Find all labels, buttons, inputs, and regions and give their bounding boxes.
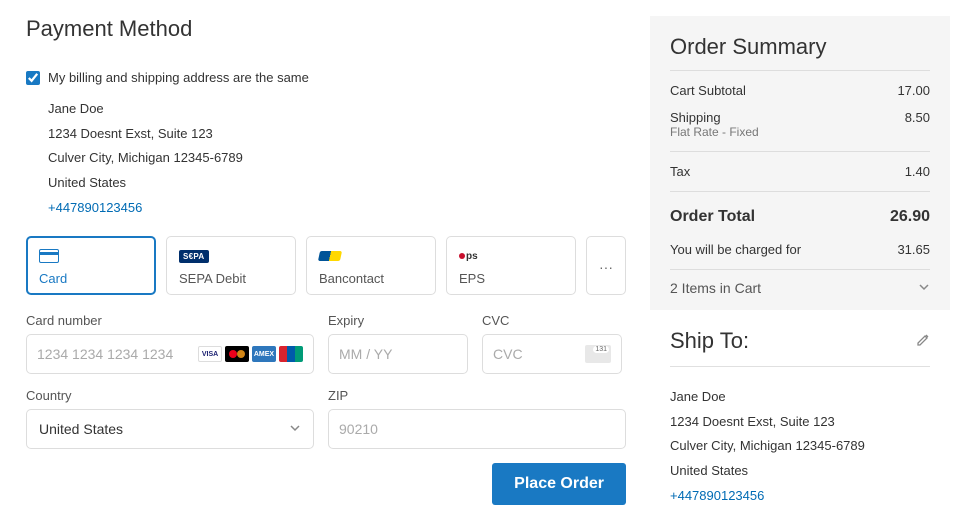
payment-method-card-label: Card <box>39 271 143 286</box>
card-icon <box>39 249 59 263</box>
payment-method-sepa-label: SEPA Debit <box>179 271 283 286</box>
card-brand-icons: VISA AMEX <box>198 346 303 362</box>
ship-country: United States <box>670 459 930 484</box>
tax-label: Tax <box>670 164 690 179</box>
chevron-down-icon <box>918 280 930 296</box>
expiry-label: Expiry <box>328 313 468 328</box>
shipping-address-block: Jane Doe 1234 Doesnt Exst, Suite 123 Cul… <box>670 385 930 508</box>
cvc-label: CVC <box>482 313 622 328</box>
payment-method-eps-label: EPS <box>459 271 563 286</box>
payment-method-more[interactable]: ··· <box>586 236 626 295</box>
billing-country: United States <box>48 171 626 196</box>
billing-phone[interactable]: +447890123456 <box>48 196 626 221</box>
payment-method-eps[interactable]: ps EPS <box>446 236 576 295</box>
billing-street: 1234 Doesnt Exst, Suite 123 <box>48 122 626 147</box>
order-summary-title: Order Summary <box>670 34 930 60</box>
cart-items-label: 2 Items in Cart <box>670 280 761 296</box>
payment-method-card[interactable]: Card <box>26 236 156 295</box>
subtotal-value: 17.00 <box>897 83 930 98</box>
payment-method-bancontact[interactable]: Bancontact <box>306 236 436 295</box>
cart-items-toggle[interactable]: 2 Items in Cart <box>670 269 930 296</box>
order-summary: Order Summary Cart Subtotal 17.00 Shippi… <box>650 16 950 310</box>
cvc-input[interactable] <box>493 346 585 362</box>
subtotal-label: Cart Subtotal <box>670 83 746 98</box>
shipping-value: 8.50 <box>905 110 930 139</box>
expiry-input[interactable] <box>339 346 457 362</box>
order-total-label: Order Total <box>670 208 755 226</box>
payment-method-bancontact-label: Bancontact <box>319 271 423 286</box>
payment-method-title: Payment Method <box>26 16 626 42</box>
order-total-value: 26.90 <box>890 208 930 226</box>
edit-shipping-button[interactable] <box>916 333 930 350</box>
billing-city: Culver City, Michigan 12345-6789 <box>48 146 626 171</box>
card-number-label: Card number <box>26 313 314 328</box>
zip-input[interactable] <box>339 421 615 437</box>
same-address-checkbox[interactable] <box>26 71 40 85</box>
ship-name: Jane Doe <box>670 385 930 410</box>
ship-street: 1234 Doesnt Exst, Suite 123 <box>670 410 930 435</box>
country-label: Country <box>26 388 314 403</box>
payment-method-sepa[interactable]: S€PA SEPA Debit <box>166 236 296 295</box>
shipping-label: Shipping <box>670 110 759 125</box>
bancontact-icon <box>318 251 342 261</box>
pencil-icon <box>916 333 930 347</box>
amex-icon: AMEX <box>252 346 276 362</box>
billing-address-block: Jane Doe 1234 Doesnt Exst, Suite 123 Cul… <box>48 97 626 220</box>
mastercard-icon <box>225 346 249 362</box>
more-icon: ··· <box>599 259 613 275</box>
place-order-button[interactable]: Place Order <box>492 463 626 505</box>
sepa-icon: S€PA <box>179 250 209 263</box>
shipping-sublabel: Flat Rate - Fixed <box>670 125 759 139</box>
ship-city: Culver City, Michigan 12345-6789 <box>670 434 930 459</box>
chevron-down-icon <box>289 421 301 437</box>
country-value: United States <box>39 421 123 437</box>
visa-icon: VISA <box>198 346 222 362</box>
eps-icon: ps <box>459 251 478 262</box>
ship-to-title: Ship To: <box>670 328 749 354</box>
ship-phone[interactable]: +447890123456 <box>670 484 930 509</box>
billing-name: Jane Doe <box>48 97 626 122</box>
country-select[interactable]: United States <box>26 409 314 449</box>
card-number-input[interactable] <box>37 346 198 362</box>
charged-value: 31.65 <box>897 242 930 257</box>
unionpay-icon <box>279 346 303 362</box>
charged-label: You will be charged for <box>670 242 801 257</box>
cvc-card-icon <box>585 345 611 363</box>
tax-value: 1.40 <box>905 164 930 179</box>
same-address-label[interactable]: My billing and shipping address are the … <box>48 70 309 85</box>
zip-label: ZIP <box>328 388 626 403</box>
